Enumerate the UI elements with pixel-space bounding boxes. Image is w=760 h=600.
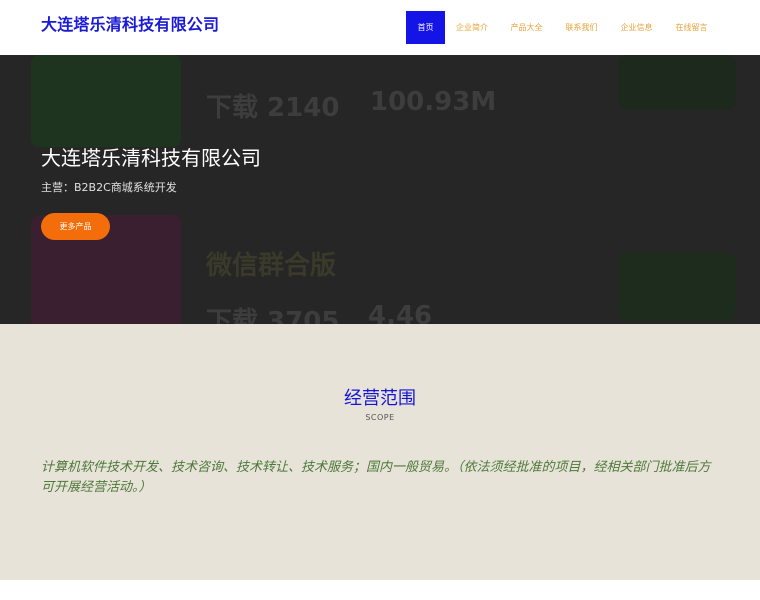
nav-products[interactable]: 产品大全: [499, 11, 554, 44]
hero-bg-text: 微信群合版: [206, 251, 337, 281]
scope-section: 经营范围 SCOPE 计算机软件技术开发、技术咨询、技术转让、技术服务；国内一般…: [0, 324, 760, 580]
hero-subtitle: 主营：B2B2C商城系统开发: [41, 181, 177, 194]
hero-bg-text: 4.46: [368, 301, 433, 324]
page-footer-strip: [0, 580, 760, 600]
nav-company-info[interactable]: 企业信息: [609, 11, 664, 44]
nav-about[interactable]: 企业简介: [445, 11, 499, 44]
site-logo[interactable]: 大连塔乐清科技有限公司: [41, 11, 219, 35]
hero-bg-text: 下载 2140: [206, 93, 340, 123]
hero-title: 大连塔乐清科技有限公司: [41, 146, 261, 170]
section-subtitle: SCOPE: [365, 413, 395, 422]
hero-bg-text: 100.93M: [370, 87, 497, 117]
hero-bg-text: 下载 3705: [206, 307, 340, 324]
scope-description: 计算机软件技术开发、技术咨询、技术转让、技术服务；国内一般贸易。（依法须经批准的…: [41, 460, 711, 495]
section-title: 经营范围: [344, 388, 416, 409]
nav-contact[interactable]: 联系我们: [554, 11, 609, 44]
nav-message[interactable]: 在线留言: [664, 11, 719, 44]
hero-banner: 下载 2140 100.93M 微信群合版 下载 3705 4.46 大连塔乐清…: [0, 55, 760, 324]
hero-bg-image: [618, 55, 736, 110]
main-nav: 首页 企业简介 产品大全 联系我们 企业信息 在线留言: [406, 11, 719, 44]
more-products-button[interactable]: 更多产品: [41, 213, 110, 240]
hero-bg-image: [618, 253, 736, 321]
site-header: 大连塔乐清科技有限公司 首页 企业简介 产品大全 联系我们 企业信息 在线留言: [0, 0, 760, 55]
nav-home[interactable]: 首页: [406, 11, 445, 44]
hero-bg-image: [31, 55, 181, 147]
